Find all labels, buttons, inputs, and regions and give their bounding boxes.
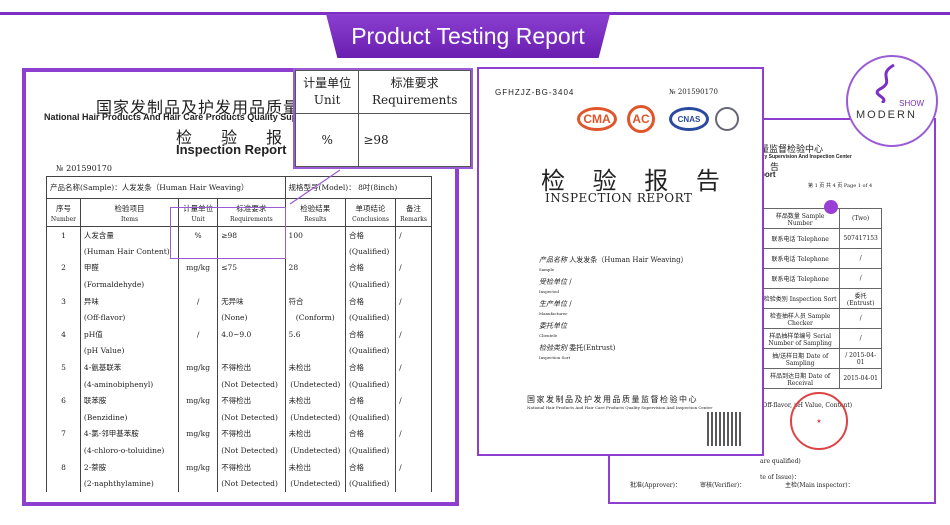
- unit-cn: 计量单位: [303, 76, 352, 91]
- qr-code: [707, 412, 741, 446]
- cell-text: 检验类别 Inspection Sort: [759, 288, 841, 309]
- cover-field: 受检单位 / Inspected: [539, 277, 572, 295]
- cma-logo: CMA: [577, 107, 617, 131]
- inspection-report-cover: GFHZJZ-BG-3404 № 201590170 CMA AC CNAS 检…: [477, 67, 764, 456]
- cell-text: /: [569, 300, 572, 308]
- cell-text: /: [569, 278, 572, 286]
- info-row: 样品抽样单编号 Serial Number of Sampling /: [759, 328, 882, 349]
- unit-en: Unit: [313, 93, 341, 108]
- cell-text: 联系电话 Telephone: [759, 268, 841, 289]
- cal-logo: AC: [627, 105, 655, 133]
- cell-text: /: [839, 268, 882, 289]
- unit-value: %: [294, 113, 360, 167]
- cell-text: 抽/送样日期 Date of Sampling: [759, 348, 841, 369]
- report-number: № 201590170: [669, 88, 718, 96]
- cell-text: Sample: [539, 267, 555, 272]
- cell-text: /: [839, 308, 882, 329]
- footer-org-en: National Hair Products And Hair Care Pro…: [527, 405, 713, 410]
- info-row: 样品到达日期 Date of Receival 2015-04-01: [759, 368, 882, 389]
- info-row: 检验类别 Inspection Sort 委托(Entrust): [759, 288, 882, 309]
- cell-text: 委托(Entrust): [569, 344, 616, 352]
- req-value: ≥98: [358, 113, 471, 167]
- info-row: 检查抽样人员 Sample Checker /: [759, 308, 882, 329]
- info-row: 样品数量 Sample Number (Two): [759, 208, 882, 229]
- document-code: GFHZJZ-BG-3404: [495, 88, 575, 97]
- cell-text: /: [839, 328, 882, 349]
- req-en: Requirements: [371, 93, 458, 108]
- cover-field: 检验类别 委托(Entrust) Inspection Sort: [539, 343, 615, 361]
- cell-text: 检查抽样人员 Sample Checker: [759, 308, 841, 329]
- info-table: 样品数量 Sample Number (Two) 联系电话 Telephone 507…: [759, 208, 882, 389]
- cell-text: 受检单位: [539, 278, 567, 286]
- cell-text: (Two): [839, 208, 882, 229]
- cell-text: 人发发条（Human Hair Weaving）: [569, 256, 688, 264]
- logo-modern: MODERN: [856, 109, 917, 121]
- req-cn: 标准要求: [390, 76, 439, 91]
- info-row: 联系电话 Telephone /: [759, 248, 882, 269]
- inspector-label: 主检(Main inspector)：: [785, 482, 854, 489]
- cell-text: 2015-04-01: [839, 368, 882, 389]
- logo-show: SHOW: [899, 99, 924, 108]
- info-row: 抽/送样日期 Date of Sampling/ 2015-04-01: [759, 348, 882, 369]
- cell-text: 507417153: [839, 228, 882, 249]
- cell-text: 检验类别: [539, 344, 567, 352]
- cell-text: 产品名称: [539, 256, 567, 264]
- cell-text: 委托(Entrust): [839, 288, 882, 309]
- cover-field: 委托单位 Clientele: [539, 321, 567, 339]
- cell-text: / 2015-04-01: [839, 348, 882, 369]
- ilac-logo: [715, 107, 739, 131]
- info-row: 联系电话 Telephone 507417153: [759, 228, 882, 249]
- cell-text: Manufacturer: [539, 311, 568, 316]
- cell-text: 生产单位: [539, 300, 567, 308]
- official-stamp: ★: [790, 392, 848, 450]
- cover-title-en: INSPECTION REPORT: [545, 191, 693, 205]
- verifier-label: 审核(Verifier)：: [700, 482, 746, 489]
- cover-field: 产品名称 人发发条（Human Hair Weaving） Sample: [539, 255, 688, 273]
- cell-text: 委托单位: [539, 322, 567, 330]
- page-indicator: 第 1 页 共 4 页 Page 1 of 4: [808, 183, 873, 189]
- cell-text: 联系电话 Telephone: [759, 228, 841, 249]
- cell-text: 联系电话 Telephone: [759, 248, 841, 269]
- hair-wave-icon: [875, 63, 895, 103]
- cover-field: 生产单位 / Manufacturer: [539, 299, 572, 317]
- approver-label: 批准(Approver)：: [630, 482, 681, 489]
- cnas-logo: CNAS: [669, 107, 709, 131]
- info-row: 联系电话 Telephone /: [759, 268, 882, 289]
- cell-text: Inspected: [539, 289, 559, 294]
- cell-text: Inspection Sort: [539, 355, 571, 360]
- show-modern-logo: SHOW MODERN: [846, 55, 938, 147]
- cell-text: Clientele: [539, 333, 558, 338]
- zoom-callout: 计量单位 Unit 标准要求 Requirements % ≥98: [293, 68, 473, 169]
- note-conclusion: are qualified): [760, 458, 801, 465]
- callout-dot: [824, 200, 838, 214]
- cell-text: 样品到达日期 Date of Receival: [759, 368, 841, 389]
- cell-text: 样品抽样单编号 Serial Number of Sampling: [759, 328, 841, 349]
- footer-org-cn: 国家发制品及护发用品质量监督检验中心: [527, 395, 698, 404]
- cell-text: /: [839, 248, 882, 269]
